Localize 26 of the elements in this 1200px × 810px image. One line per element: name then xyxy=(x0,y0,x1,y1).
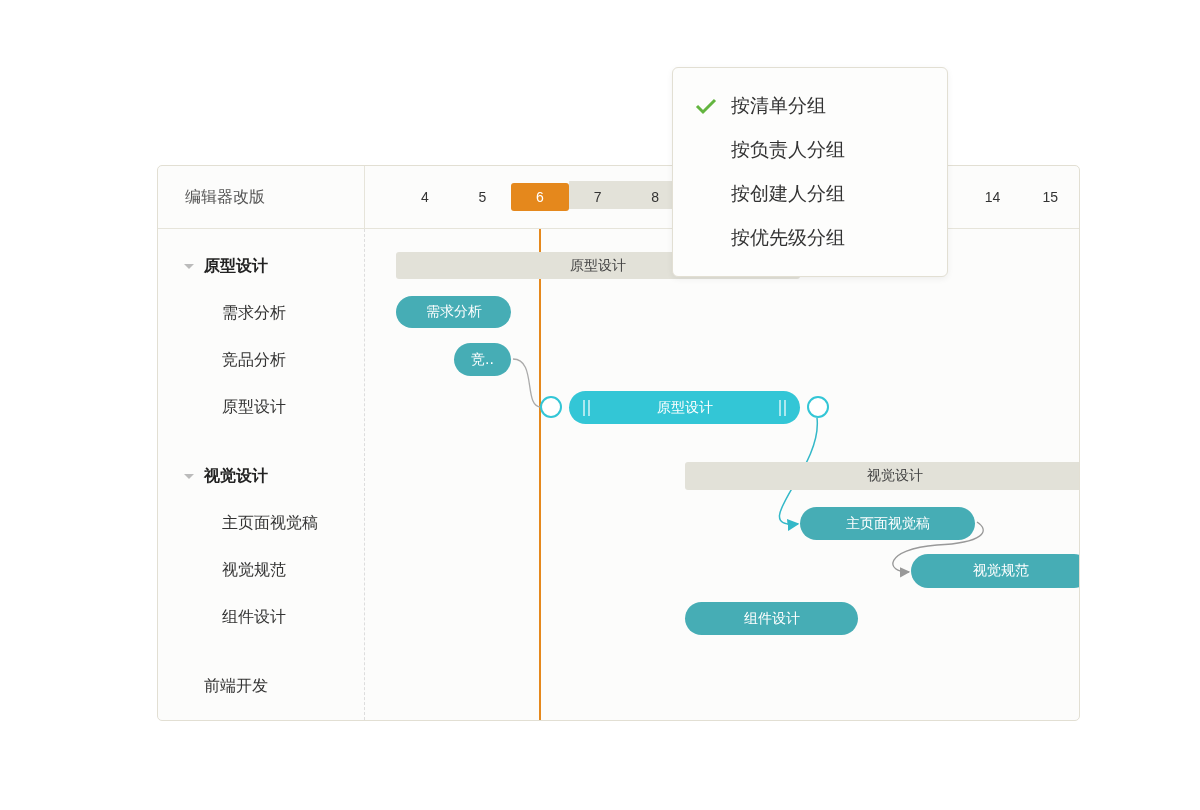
caret-icon[interactable] xyxy=(184,264,194,269)
menu-item[interactable]: 按创建人分组 xyxy=(673,172,947,216)
link-handle[interactable] xyxy=(807,396,829,418)
menu-item[interactable]: 按清单分组 xyxy=(673,84,947,128)
tree-item[interactable]: 前端开发 xyxy=(204,676,268,697)
grip-icon[interactable] xyxy=(583,399,590,416)
tree-item[interactable]: 原型设计 xyxy=(204,256,268,277)
caret-icon[interactable] xyxy=(184,474,194,479)
connector-line xyxy=(512,358,542,408)
tree-item[interactable]: 竞品分析 xyxy=(222,350,286,371)
group-bar[interactable]: 视觉设计 xyxy=(685,462,1079,490)
tree-item[interactable]: 原型设计 xyxy=(222,397,286,418)
tree-item[interactable]: 视觉设计 xyxy=(204,466,268,487)
tree-item[interactable]: 需求分析 xyxy=(222,303,286,324)
tree-item[interactable]: 组件设计 xyxy=(222,607,286,628)
tree-item[interactable]: 视觉规范 xyxy=(222,560,286,581)
project-title: 编辑器改版 xyxy=(158,166,365,228)
day-label[interactable]: 4 xyxy=(396,183,454,211)
day-label[interactable]: 15 xyxy=(1021,183,1079,211)
day-label[interactable]: 7 xyxy=(568,183,627,211)
link-handle[interactable] xyxy=(540,396,562,418)
day-label[interactable]: 5 xyxy=(453,183,512,211)
day-label[interactable]: 14 xyxy=(963,183,1022,211)
grip-icon[interactable] xyxy=(779,399,786,416)
menu-item[interactable]: 按负责人分组 xyxy=(673,128,947,172)
tree-item[interactable]: 主页面视觉稿 xyxy=(222,513,318,534)
